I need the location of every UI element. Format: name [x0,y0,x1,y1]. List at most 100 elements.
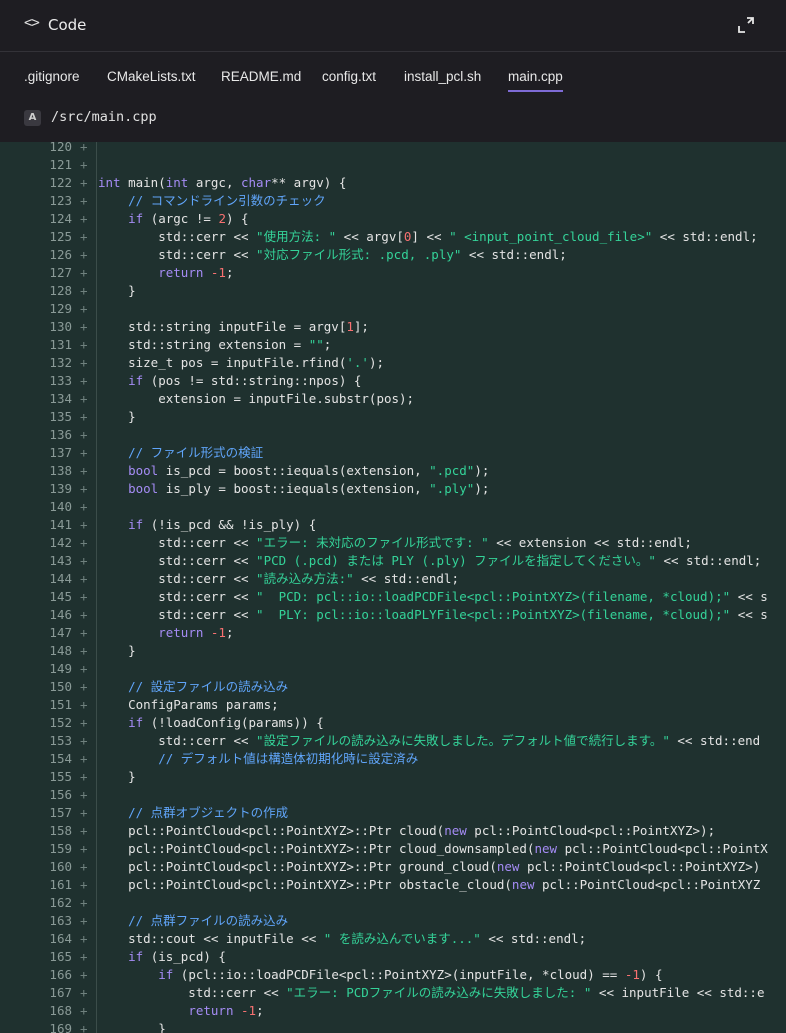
line-source: std::cerr << "エラー: PCDファイルの読み込みに失敗しました: … [98,984,764,1002]
code-line: 128 + } [0,282,786,300]
added-marker: + [80,1021,88,1033]
line-number: 134 [49,391,72,406]
added-marker: + [80,967,88,982]
line-source: if (argc != 2) { [98,210,248,228]
added-marker: + [80,481,88,496]
tab-install-pcl[interactable]: install_pcl.sh [404,69,481,84]
code-line: 132 + size_t pos = inputFile.rfind('.'); [0,354,786,372]
line-number: 137 [49,445,72,460]
code-token: ; [225,265,234,280]
code-line: 134 + extension = inputFile.substr(pos); [0,390,786,408]
code-token: return [158,265,204,280]
code-token: // 設定ファイルの読み込み [128,679,289,694]
line-number: 168 [49,1003,72,1018]
line-number: 165 [49,949,72,964]
added-marker: + [80,373,88,388]
code-token: "" [308,337,324,352]
added-marker: + [80,769,88,784]
added-marker: + [80,427,88,442]
added-marker: + [80,913,88,928]
line-number: 169 [49,1021,72,1033]
code-token: (!is_pcd && !is_ply) { [143,517,317,532]
tab-cmakelists[interactable]: CMakeLists.txt [107,69,196,84]
code-icon: <> [24,15,40,31]
line-number: 139 [49,481,72,496]
line-source: extension = inputFile.substr(pos); [98,390,414,408]
code-token: << std::endl; [480,931,587,946]
added-marker: + [80,949,88,964]
code-line: 168 + return -1; [0,1002,786,1020]
added-marker: + [80,337,88,352]
added-marker: + [80,625,88,640]
line-number: 160 [49,859,72,874]
added-marker: + [80,877,88,892]
line-source: std::cerr << " PCD: pcl::io::loadPCDFile… [98,588,768,606]
code-line: 148 + } [0,642,786,660]
code-token: new [534,841,558,856]
tab-readme[interactable]: README.md [221,69,301,84]
code-token: "読み込み方法:" [256,571,354,586]
tab-main-cpp[interactable]: main.cpp [508,69,563,92]
line-number: 156 [49,787,72,802]
code-view[interactable]: 120 +121 +122 + int main(int argc, char** ar… [0,142,786,1033]
added-marker: + [80,247,88,262]
added-marker: + [80,157,88,172]
code-token: << argv[ [336,229,404,244]
code-token: std::string extension = [98,337,309,352]
code-token: int [98,175,121,190]
code-token: if [128,715,144,730]
line-number: 163 [49,913,72,928]
code-token: } [98,1021,166,1033]
expand-icon[interactable] [738,17,754,33]
line-source: size_t pos = inputFile.rfind('.'); [98,354,384,372]
line-source: std::cerr << "使用方法: " << argv[0] << " <i… [98,228,757,246]
added-marker: + [80,193,88,208]
added-marker: + [80,643,88,658]
code-token: ); [474,481,490,496]
line-source: if (pos != std::string::npos) { [98,372,361,390]
code-token: } [98,283,136,298]
line-source: std::cerr << "PCD (.pcd) または PLY (.ply) … [98,552,761,570]
line-source: if (!is_pcd && !is_ply) { [98,516,316,534]
line-source: int main(int argc, char** argv) { [98,174,346,192]
line-number: 158 [49,823,72,838]
tab-gitignore[interactable]: .gitignore [24,69,80,84]
added-marker: + [80,823,88,838]
code-token: pcl::PointCloud<pcl::PointX [557,841,768,856]
code-token: pcl::PointCloud<pcl::PointXYZ [534,877,761,892]
code-line: 154 + // デフォルト値は構造体初期化時に設定済み [0,750,786,768]
code-token: pcl::PointCloud<pcl::PointXYZ>); [466,823,716,838]
code-token: std::cerr << [98,733,257,748]
code-token: std::cerr << [98,985,287,1000]
code-token: " を読み込んでいます..." [323,931,481,946]
code-token: ; [225,625,234,640]
code-token: char [241,175,272,190]
code-token: "設定ファイルの読み込みに失敗しました。デフォルト値で続行します。" [256,733,670,748]
code-token: " <input_point_cloud_file>" [449,229,653,244]
tab-config[interactable]: config.txt [322,69,376,84]
code-token: (pos != std::string::npos) { [143,373,362,388]
code-token: new [511,877,535,892]
code-token: pcl::PointCloud<pcl::PointXYZ>) [519,859,761,874]
line-number: 123 [49,193,72,208]
code-line: 159 + pcl::PointCloud<pcl::PointXYZ>::Ptr… [0,840,786,858]
line-source: } [98,408,136,426]
panel-title: Code [48,16,87,34]
line-number: 136 [49,427,72,442]
added-marker: + [80,661,88,676]
code-token: "使用方法: " [256,229,337,244]
code-token: std::cerr << [98,553,257,568]
added-marker: + [80,229,88,244]
code-line: 137 + // ファイル形式の検証 [0,444,786,462]
line-number: 159 [49,841,72,856]
code-line: 165 + if (is_pcd) { [0,948,786,966]
line-source: return -1; [98,624,234,642]
